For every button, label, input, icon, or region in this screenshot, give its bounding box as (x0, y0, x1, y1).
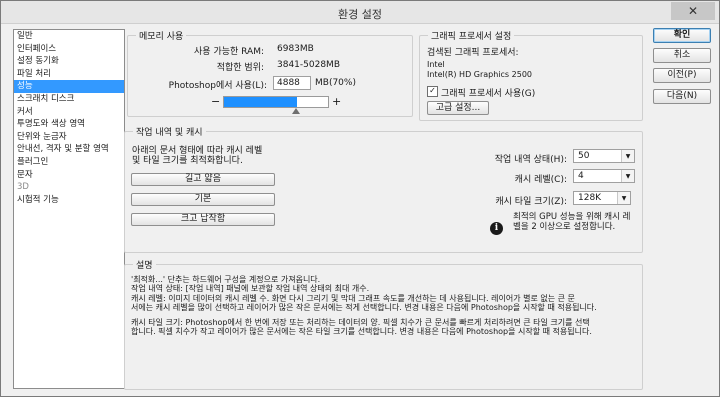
gpu-vendor: Intel (427, 60, 445, 69)
close-button[interactable]: ✕ (671, 2, 715, 20)
memory-usage-title: 메모리 사용 (136, 29, 187, 42)
history-states-value: 50 (578, 151, 590, 161)
sidebar-item-sync-settings[interactable]: 설정 동기화 (14, 55, 124, 68)
previous-button[interactable]: 이전(P) (653, 68, 711, 83)
advanced-settings-button[interactable]: 고급 설정... (427, 101, 489, 115)
history-states-label: 작업 내역 상태(H): (494, 155, 567, 165)
default-button[interactable]: 기본 (131, 193, 275, 206)
memory-slider-fill (224, 97, 297, 107)
ok-button[interactable]: 확인 (653, 28, 711, 43)
cancel-button[interactable]: 취소 (653, 48, 711, 63)
memory-slider-track[interactable] (223, 96, 329, 108)
cache-levels-value: 4 (578, 171, 584, 181)
description-line: 합니다. 픽셀 치수가 작고 레이어가 많은 문서에는 작은 타일 크기를 선택… (131, 327, 592, 337)
sidebar-item-scratch-disks[interactable]: 스크래치 디스크 (14, 93, 124, 106)
description-line: 캐시 레벨: 이미지 데이터의 캐시 레벨 수. 화면 다시 그리기 및 막대 … (131, 293, 575, 303)
cache-tile-size-value: 128K (578, 193, 602, 203)
memory-usage-input[interactable]: 4888 (273, 76, 311, 90)
sidebar-item-transparency-gamut[interactable]: 투명도와 색상 영역 (14, 118, 124, 131)
use-gpu-checkbox[interactable]: ✓ (427, 86, 438, 97)
window-title: 환경 설정 (338, 8, 382, 21)
next-button[interactable]: 다음(N) (653, 89, 711, 104)
gpu-model: Intel(R) HD Graphics 2500 (427, 70, 533, 79)
photoshop-usage-label: Photoshop에서 사용(L): (168, 81, 267, 91)
cache-tile-size-dropdown-icon[interactable]: ▼ (617, 192, 630, 204)
tall-thin-button[interactable]: 길고 얇음 (131, 173, 275, 186)
use-gpu-label: 그래픽 프로세서 사용(G) (441, 89, 536, 99)
detected-gpu-label: 검색된 그래픽 프로세서: (427, 48, 519, 58)
available-ram-label: 사용 가능한 RAM: (194, 47, 264, 57)
sidebar-item-performance[interactable]: 성능 (14, 80, 124, 93)
sidebar-item-cursors[interactable]: 커서 (14, 106, 124, 119)
sidebar-item-interface[interactable]: 인터페이스 (14, 43, 124, 56)
description-line: 캐시 타일 크기: Photoshop에서 한 번에 저장 또는 처리하는 데이… (131, 318, 590, 327)
sidebar-item-type[interactable]: 문자 (14, 169, 124, 182)
gpu-cache-hint: 최적의 GPU 성능을 위해 캐시 레 벨을 2 이상으로 설정합니다. (513, 212, 631, 232)
sidebar-item-guides-grid-slices[interactable]: 안내선, 격자 및 분할 영역 (14, 143, 124, 156)
cache-levels-label: 캐시 레벨(C): (514, 175, 567, 185)
sidebar-item-units-rulers[interactable]: 단위와 눈금자 (14, 131, 124, 144)
big-flat-button[interactable]: 크고 납작함 (131, 213, 275, 226)
sidebar-item-file-handling[interactable]: 파일 처리 (14, 68, 124, 81)
description-title: 설명 (133, 258, 156, 271)
memory-slider-thumb[interactable] (291, 108, 300, 114)
history-cache-title: 작업 내역 및 캐시 (133, 125, 206, 138)
cache-levels-dropdown-icon[interactable]: ▼ (621, 170, 634, 182)
description-line: 서에는 캐시 레벨을 많이 선택하고 레이어가 많은 작은 문서에는 적게 선택… (131, 303, 597, 313)
preferences-window: 환경 설정 ✕ 일반 인터페이스 설정 동기화 파일 처리 성능 스크래치 디스… (0, 0, 720, 397)
available-ram-value: 6983MB (277, 44, 314, 54)
optimize-hint: 아래의 문서 형태에 따라 캐시 레벨 및 타일 크기를 최적화합니다. (132, 146, 263, 166)
sidebar-item-plugins[interactable]: 플러그인 (14, 156, 124, 169)
description-line: '최적화...' 단추는 하드웨어 구성을 계정으로 가져옵니다. (131, 275, 321, 284)
ideal-range-value: 3841-5028MB (277, 60, 340, 70)
slider-minus-icon: − (211, 95, 221, 108)
sidebar-item-3d[interactable]: 3D (14, 181, 124, 194)
title-bar: 환경 설정 ✕ (1, 1, 719, 24)
slider-plus-icon: + (332, 95, 342, 108)
history-states-select[interactable]: 50 ▼ (573, 149, 635, 163)
memory-usage-unit: MB(70%) (315, 78, 356, 88)
sidebar-item-experimental[interactable]: 시험적 기능 (14, 194, 124, 207)
cache-tile-size-label: 캐시 타일 크기(Z): (495, 197, 567, 207)
info-icon: i (490, 222, 503, 235)
history-states-dropdown-icon[interactable]: ▼ (621, 150, 634, 162)
gpu-settings-title: 그래픽 프로세서 설정 (428, 29, 515, 42)
preferences-category-list[interactable]: 일반 인터페이스 설정 동기화 파일 처리 성능 스크래치 디스크 커서 투명도… (13, 29, 125, 389)
cache-levels-select[interactable]: 4 ▼ (573, 169, 635, 183)
sidebar-item-general[interactable]: 일반 (14, 30, 124, 43)
ideal-range-label: 적합한 범위: (216, 63, 264, 73)
description-line: 작업 내역 상태: [작업 내역] 패널에 보관할 작업 내역 상태의 최대 개… (131, 284, 370, 294)
cache-tile-size-select[interactable]: 128K ▼ (573, 191, 631, 205)
